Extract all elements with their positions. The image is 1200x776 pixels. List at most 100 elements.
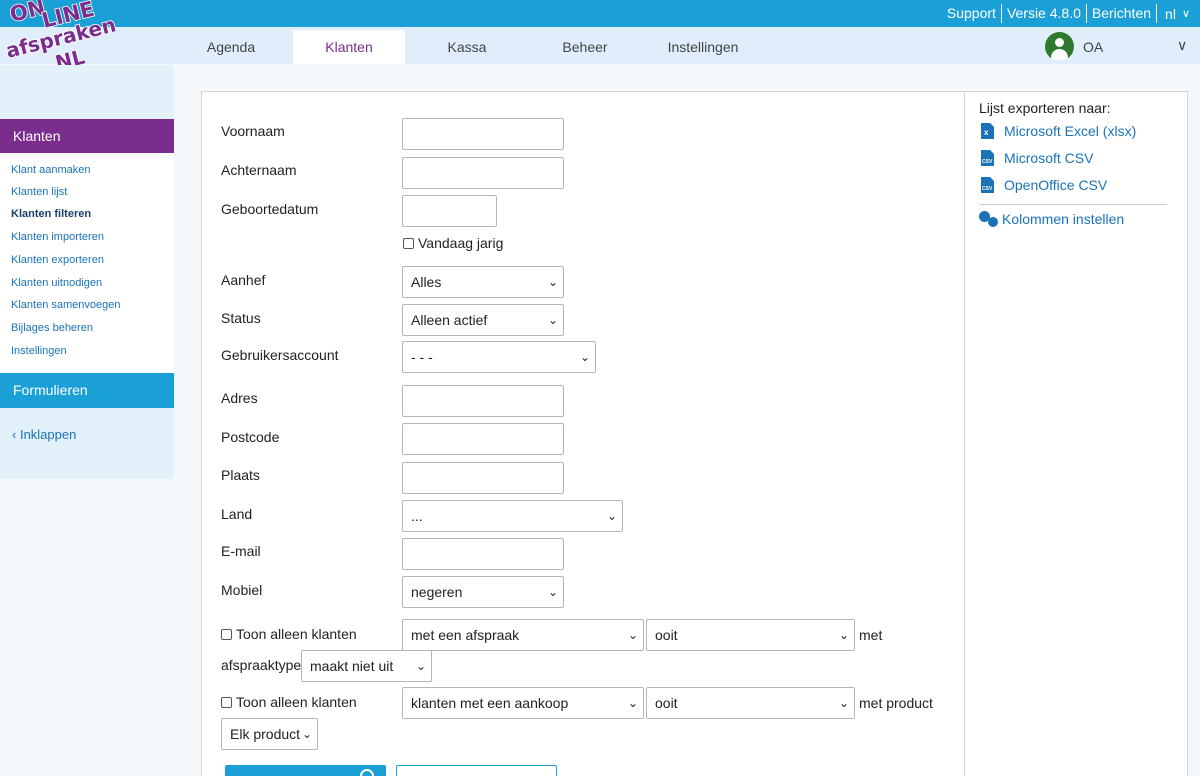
voornaam-input[interactable]	[402, 118, 564, 150]
plaats-input[interactable]	[402, 462, 564, 494]
csv-file-icon: CSV	[981, 177, 994, 193]
chevron-down-icon: ⌄	[415, 659, 426, 673]
aankoop-select[interactable]: klanten met een aankoop ⌄	[402, 687, 644, 719]
export-divider	[979, 204, 1167, 205]
afspraak-select[interactable]: met een afspraak ⌄	[402, 619, 644, 651]
top-bar: Support Versie 4.8.0 Berichten nl ∨	[0, 0, 1200, 27]
tab-kassa[interactable]: Kassa	[411, 30, 523, 64]
export-csv-label: Microsoft CSV	[1004, 150, 1094, 166]
aanhef-select[interactable]: Alles ⌄	[402, 266, 564, 298]
plaats-label: Plaats	[221, 467, 260, 483]
sidebar-item-klant-aanmaken[interactable]: Klant aanmaken	[11, 164, 91, 176]
gears-icon	[979, 211, 999, 227]
collapse-sidebar-button[interactable]: ‹ Inklappen	[12, 427, 76, 442]
sidebar-item-klanten-uitnodigen[interactable]: Klanten uitnodigen	[11, 277, 102, 289]
land-select[interactable]: ... ⌄	[402, 500, 623, 532]
reset-button[interactable]	[396, 765, 557, 776]
postcode-label: Postcode	[221, 429, 280, 445]
achternaam-label: Achternaam	[221, 162, 297, 178]
export-openoffice-link[interactable]: CSV OpenOffice CSV	[981, 177, 1107, 193]
chevron-down-icon: ⌄	[547, 275, 558, 289]
user-avatar-icon[interactable]	[1045, 32, 1074, 61]
product-select[interactable]: Elk product ⌄	[221, 718, 318, 750]
export-excel-link[interactable]: x Microsoft Excel (xlsx)	[981, 123, 1136, 139]
product-value: Elk product	[230, 726, 301, 742]
status-value: Alleen actief	[411, 312, 488, 328]
postcode-input[interactable]	[402, 423, 564, 455]
sidebar-item-klanten-importeren[interactable]: Klanten importeren	[11, 231, 104, 243]
toon-afspraak-label: Toon alleen klanten	[236, 626, 357, 642]
tab-instellingen[interactable]: Instellingen	[647, 30, 759, 64]
chevron-down-icon[interactable]: ∨	[1180, 7, 1200, 20]
afspraaktype-select[interactable]: maakt niet uit ⌄	[301, 650, 432, 682]
email-label: E-mail	[221, 543, 261, 559]
vandaag-jarig-checkbox[interactable]: Vandaag jarig	[403, 235, 503, 251]
geboortedatum-label: Geboortedatum	[221, 201, 319, 217]
sidebar-item-bijlages-beheren[interactable]: Bijlages beheren	[11, 322, 93, 334]
status-label: Status	[221, 310, 261, 326]
afspraaktype-value: maakt niet uit	[310, 658, 394, 674]
chevron-down-icon: ⌄	[627, 696, 638, 710]
sidebar-item-klanten-exporteren[interactable]: Klanten exporteren	[11, 254, 104, 266]
aankoop-period-select[interactable]: ooit ⌄	[646, 687, 855, 719]
toon-aankoop-label: Toon alleen klanten	[236, 694, 357, 710]
afspraak-period-select[interactable]: ooit ⌄	[646, 619, 855, 651]
afspraaktype-label: afspraaktype	[221, 657, 302, 673]
sidebar-item-instellingen[interactable]: Instellingen	[11, 345, 67, 357]
toon-aankoop-checkbox[interactable]: Toon alleen klanten	[221, 694, 357, 710]
status-select[interactable]: Alleen actief ⌄	[402, 304, 564, 336]
checkbox-box[interactable]	[221, 696, 232, 708]
sidebar-section-formulieren[interactable]: Formulieren	[0, 373, 174, 408]
excel-file-icon: x	[981, 123, 994, 139]
sidebar-item-klanten-lijst[interactable]: Klanten lijst	[11, 186, 67, 198]
filter-button[interactable]	[225, 765, 386, 776]
chevron-down-icon: ⌄	[606, 509, 617, 523]
adres-label: Adres	[221, 390, 258, 406]
tab-klanten[interactable]: Klanten	[293, 30, 405, 64]
aanhef-label: Aanhef	[221, 272, 266, 288]
mobiel-label: Mobiel	[221, 582, 263, 598]
search-icon	[360, 769, 374, 776]
main-nav: Agenda Klanten Kassa Beheer Instellingen…	[0, 27, 1200, 64]
checkbox-box[interactable]	[403, 237, 414, 249]
chevron-down-icon: ⌄	[301, 727, 312, 741]
chevron-down-icon: ⌄	[547, 313, 558, 327]
collapse-label: Inklappen	[19, 427, 77, 442]
gebruikersaccount-value: - - -	[411, 349, 433, 365]
onlineafspraken-logo[interactable]: ON LINE afspraken .NL	[4, 0, 116, 72]
checkbox-box[interactable]	[221, 628, 232, 640]
tab-beheer[interactable]: Beheer	[529, 30, 641, 64]
columns-settings-link[interactable]: Kolommen instellen	[979, 211, 1124, 227]
user-initials[interactable]: OA	[1083, 39, 1103, 55]
vandaag-jarig-label: Vandaag jarig	[418, 235, 504, 251]
version-link[interactable]: Versie 4.8.0	[1002, 4, 1086, 23]
mobiel-select[interactable]: negeren ⌄	[402, 576, 564, 608]
geboortedatum-input[interactable]	[402, 195, 497, 227]
afspraak-value: met een afspraak	[411, 627, 520, 643]
tab-agenda[interactable]: Agenda	[175, 30, 287, 64]
sidebar-section-klanten[interactable]: Klanten	[0, 119, 174, 154]
aankoop-period-value: ooit	[655, 695, 678, 711]
land-value: ...	[411, 508, 423, 524]
chevron-down-icon: ⌄	[579, 350, 590, 364]
gebruikersaccount-select[interactable]: - - - ⌄	[402, 341, 596, 373]
chevron-down-icon[interactable]: ∨	[1177, 37, 1187, 54]
support-link[interactable]: Support	[942, 4, 1001, 23]
chevron-down-icon: ⌄	[838, 628, 849, 642]
chevron-down-icon: ⌄	[547, 585, 558, 599]
gebruikersaccount-label: Gebruikersaccount	[221, 347, 339, 363]
achternaam-input[interactable]	[402, 157, 564, 189]
adres-input[interactable]	[402, 385, 564, 417]
land-label: Land	[221, 506, 253, 522]
language-selector[interactable]: nl	[1157, 6, 1180, 22]
aanhef-value: Alles	[411, 274, 442, 290]
csv-file-icon: CSV	[981, 150, 994, 166]
met-product-label: met product	[859, 695, 933, 711]
messages-link[interactable]: Berichten	[1087, 4, 1156, 23]
user-menu[interactable]: OA	[1045, 32, 1103, 61]
sidebar-item-klanten-filteren[interactable]: Klanten filteren	[11, 208, 91, 220]
export-csv-link[interactable]: CSV Microsoft CSV	[981, 150, 1093, 166]
toon-afspraak-checkbox[interactable]: Toon alleen klanten	[221, 626, 357, 642]
email-input[interactable]	[402, 538, 564, 570]
sidebar-item-klanten-samenvoegen[interactable]: Klanten samenvoegen	[11, 299, 120, 311]
